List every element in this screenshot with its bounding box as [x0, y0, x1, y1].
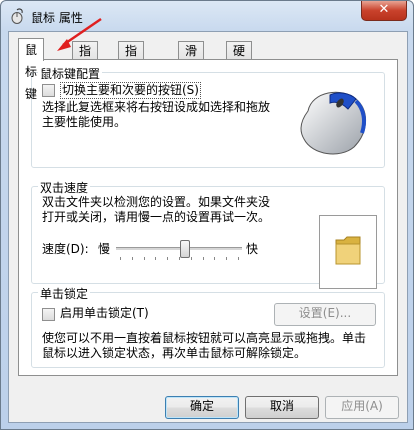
slider-thumb[interactable]	[180, 240, 190, 258]
apply-button[interactable]: 应用(A)	[325, 396, 399, 419]
slider-tick	[120, 257, 121, 260]
double-click-speed-slider[interactable]	[116, 237, 242, 263]
tab-pointers[interactable]: 指针	[72, 41, 99, 76]
slider-tick	[167, 257, 168, 260]
slider-tick	[203, 257, 204, 260]
slider-tick	[155, 257, 156, 260]
double-click-group: 双击速度 双击文件夹以检测您的设置。如果文件夹没 打开或关闭，请用慢一点的设置再…	[31, 179, 385, 289]
folder-icon[interactable]	[334, 234, 362, 266]
slider-tick	[214, 257, 215, 260]
click-lock-settings-button[interactable]: 设置(E)...	[274, 303, 376, 326]
click-lock-legend: 单击锁定	[38, 285, 91, 302]
double-click-legend: 双击速度	[38, 179, 91, 196]
click-lock-label[interactable]: 启用单击锁定(T)	[60, 306, 149, 321]
ok-button[interactable]: 确定	[165, 396, 239, 419]
swap-description-line1: 选择此复选框来将右按钮设成如选择和拖放	[42, 100, 271, 114]
tab-buttons[interactable]: 鼠标键	[18, 38, 45, 101]
click-lock-checkbox[interactable]	[42, 308, 55, 321]
double-click-test-area[interactable]	[319, 215, 377, 289]
tab-pointer-options[interactable]: 指针选项	[118, 41, 145, 112]
slider-tick	[226, 257, 227, 260]
dialog-body: 鼠标键 指针 指针选项 滑轮 硬件 鼠标键配置 切换主要和次要的按钮(S) 选择…	[8, 31, 408, 423]
tab-hardware[interactable]: 硬件	[226, 41, 253, 76]
slider-tick	[191, 257, 192, 260]
button-config-legend: 鼠标键配置	[38, 65, 103, 82]
title-bar[interactable]: 鼠标 属性 ✕	[1, 1, 413, 31]
button-config-group: 鼠标键配置 切换主要和次要的按钮(S) 选择此复选框来将右按钮设成如选择和拖放 …	[31, 65, 385, 168]
mouse-illustration-icon	[300, 91, 366, 155]
swap-buttons-checkbox[interactable]	[42, 84, 55, 97]
click-lock-description-line1: 使您可以不用一直按着鼠标按钮就可以高亮显示或拖拽。单击	[42, 331, 367, 345]
slider-tick	[179, 257, 180, 260]
slider-tick	[238, 257, 239, 260]
tab-wheel[interactable]: 滑轮	[178, 41, 205, 76]
close-button[interactable]: ✕	[361, 1, 407, 21]
buttons-tab-panel: 鼠标键配置 切换主要和次要的按钮(S) 选择此复选框来将右按钮设成如选择和拖放 …	[18, 59, 398, 376]
double-click-description-line1: 双击文件夹以检测您的设置。如果文件夹没	[42, 195, 271, 209]
mouse-properties-window: 鼠标 属性 ✕ 鼠标键 指针 指针选项 滑轮 硬件 鼠标键配置 切换主要和次要的…	[0, 0, 414, 430]
slider-tick	[144, 257, 145, 260]
slow-label: 慢	[98, 242, 111, 256]
fast-label: 快	[246, 242, 259, 256]
click-lock-description-line2: 鼠标以进入锁定状态，再次单击鼠标可解除锁定。	[42, 346, 307, 360]
slider-tick	[132, 257, 133, 260]
click-lock-group: 单击锁定 启用单击锁定(T) 设置(E)... 使您可以不用一直按着鼠标按钮就可…	[31, 285, 385, 368]
mouse-app-icon	[11, 8, 23, 24]
swap-description-line2: 主要性能使用。	[42, 115, 127, 129]
window-title: 鼠标 属性	[31, 11, 83, 25]
double-click-description-line2: 打开或关闭，请用慢一点的设置再试一次。	[42, 210, 271, 224]
speed-label: 速度(D):	[42, 242, 89, 256]
slider-track	[116, 247, 242, 251]
cancel-button[interactable]: 取消	[245, 396, 319, 419]
swap-buttons-label[interactable]: 切换主要和次要的按钮(S)	[60, 82, 201, 99]
